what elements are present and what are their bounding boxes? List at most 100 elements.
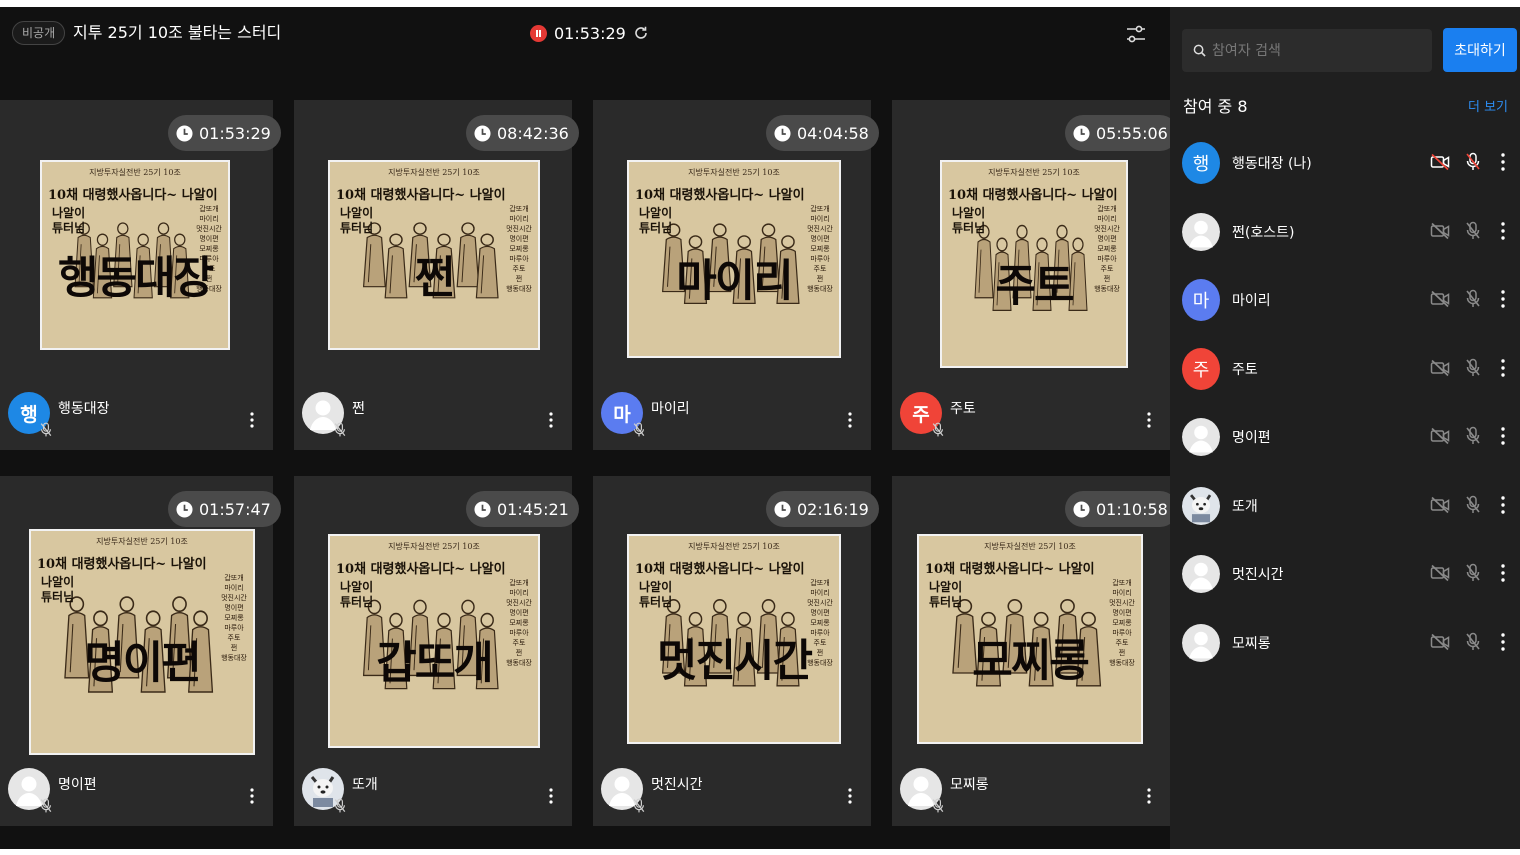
mic-off-icon[interactable] — [1465, 358, 1481, 378]
camera-off-icon[interactable] — [1430, 290, 1450, 308]
sliders-icon[interactable] — [1124, 22, 1148, 46]
invite-button[interactable]: 초대하기 — [1443, 28, 1517, 72]
poster-name-item: 멋진시간 — [506, 225, 532, 233]
participant-tile[interactable]: 01:10:58 지방투자실전반 25기 10조 10채 대령했사옵니다~ 나알… — [892, 476, 1178, 826]
participant-row[interactable]: 행 행동대장 (나) — [1170, 129, 1520, 197]
camera-off-icon[interactable] — [1430, 633, 1450, 651]
more-vertical-icon[interactable] — [1500, 220, 1506, 242]
participant-avatar: 주 — [1182, 347, 1220, 390]
tile-timer-text: 05:55:06 — [1096, 123, 1168, 143]
refresh-icon[interactable] — [633, 25, 649, 41]
poster-header: 지방투자실전반 25기 10조 — [988, 168, 1080, 177]
more-vertical-icon[interactable] — [1500, 494, 1506, 516]
mic-off-icon[interactable] — [1465, 563, 1481, 583]
poster-name-item: 마이리 — [509, 215, 529, 223]
mic-off-icon — [334, 422, 346, 437]
participant-tile[interactable]: 08:42:36 지방투자실전반 25기 10조 10채 대령했사옵니다~ 나알… — [294, 100, 579, 450]
mic-off-icon[interactable] — [1465, 152, 1481, 172]
tile-poster-image: 지방투자실전반 25기 10조 10채 대령했사옵니다~ 나알이 나알이 튜터님… — [328, 534, 540, 748]
mic-off-icon[interactable] — [1465, 221, 1481, 241]
participant-tile[interactable]: 01:53:29 지방투자실전반 25기 10조 10채 대령했사옵니다~ 나알… — [0, 100, 281, 450]
participant-name: 주토 — [1232, 361, 1258, 378]
poster-participant-name: 마이리 — [676, 255, 793, 307]
poster-name-item: 갑또개 — [224, 574, 244, 582]
mic-off-icon — [334, 798, 346, 813]
default-avatar-icon — [1182, 555, 1220, 593]
poster-name-item: 갑또개 — [509, 205, 529, 213]
more-vertical-icon[interactable] — [847, 410, 853, 430]
mic-off-icon[interactable] — [1465, 495, 1481, 515]
camera-off-icon[interactable] — [1430, 427, 1450, 445]
poster-tutor: 나알이 튜터님 — [52, 206, 85, 236]
camera-off-icon[interactable] — [1430, 359, 1450, 377]
poster-name-item: 갑또개 — [1097, 205, 1117, 213]
mic-off-icon[interactable] — [1465, 289, 1481, 309]
mic-off-icon[interactable] — [1465, 632, 1481, 652]
poster-headline: 10채 대령했사옵니다~ 나알이 — [336, 562, 506, 577]
more-vertical-icon[interactable] — [1146, 410, 1152, 430]
more-vertical-icon[interactable] — [1500, 425, 1506, 447]
record-pause-icon[interactable] — [530, 24, 547, 42]
participants-panel: 초대하기 참여 중 8 더 보기 행 행동대장 (나) 쩐(호스트) — [1170, 7, 1520, 849]
search-icon — [1193, 44, 1206, 57]
more-vertical-icon[interactable] — [548, 410, 554, 430]
camera-off-icon[interactable] — [1430, 153, 1450, 171]
poster-tutor-line: 나알이 — [639, 206, 673, 220]
participant-tile[interactable]: 01:45:21 지방투자실전반 25기 10조 10채 대령했사옵니다~ 나알… — [294, 476, 579, 826]
participant-row[interactable]: 모찌롱 — [1170, 609, 1520, 677]
participant-row[interactable]: 명이편 — [1170, 403, 1520, 471]
avatar-initial: 마 — [613, 403, 631, 426]
participant-tile[interactable]: 04:04:58 지방투자실전반 25기 10조 10채 대령했사옵니다~ 나알… — [593, 100, 879, 450]
mic-off-icon[interactable] — [1465, 426, 1481, 446]
more-vertical-icon[interactable] — [249, 410, 255, 430]
clock-icon — [774, 124, 791, 142]
poster-name-item: 마이리 — [810, 215, 830, 223]
more-vertical-icon[interactable] — [1146, 786, 1152, 806]
poster-tutor-line: 튜터님 — [952, 221, 986, 235]
participant-name: 명이편 — [1232, 430, 1271, 446]
more-vertical-icon[interactable] — [847, 786, 853, 806]
poster-participant-name: 행동대장 — [58, 252, 214, 304]
participant-row[interactable]: 마 마이리 — [1170, 266, 1520, 334]
clock-icon — [176, 500, 193, 518]
poster-header: 지방투자실전반 25기 10조 — [688, 168, 780, 177]
search-box[interactable] — [1182, 29, 1432, 72]
mic-off-icon — [40, 798, 52, 813]
poster-header: 지방투자실전반 25기 10조 — [388, 168, 480, 177]
camera-off-icon[interactable] — [1430, 564, 1450, 582]
poster-tutor: 나알이 튜터님 — [340, 580, 373, 610]
mic-off-icon — [40, 422, 52, 437]
more-vertical-icon[interactable] — [1500, 562, 1506, 584]
participant-search-input[interactable] — [1212, 42, 1412, 59]
poster-name-item: 갑또개 — [1112, 579, 1132, 587]
more-vertical-icon[interactable] — [548, 786, 554, 806]
clock-icon — [474, 124, 491, 142]
tile-timer: 01:53:29 — [168, 115, 281, 151]
tile-participant-name: 모찌롱 — [950, 777, 989, 793]
mic-off-icon — [932, 422, 944, 437]
poster-tutor-line: 나알이 — [41, 575, 75, 589]
more-vertical-icon[interactable] — [249, 786, 255, 806]
poster-name-item: 명이편 — [224, 604, 244, 612]
clock-icon — [774, 500, 791, 518]
participant-row[interactable]: 주 주토 — [1170, 335, 1520, 403]
tile-poster-image: 지방투자실전반 25기 10조 10채 대령했사옵니다~ 나알이 나알이 튜터님… — [627, 534, 841, 744]
more-vertical-icon[interactable] — [1500, 631, 1506, 653]
participant-tile[interactable]: 02:16:19 지방투자실전반 25기 10조 10채 대령했사옵니다~ 나알… — [593, 476, 879, 826]
camera-off-icon[interactable] — [1430, 496, 1450, 514]
participant-count: 참여 중 8 — [1183, 97, 1248, 116]
participant-tile[interactable]: 01:57:47 지방투자실전반 25기 10조 10채 대령했사옵니다~ 나알… — [0, 476, 281, 826]
participant-row[interactable]: 멋진시간 — [1170, 540, 1520, 608]
more-link[interactable]: 더 보기 — [1468, 96, 1508, 115]
participant-avatar — [1182, 553, 1220, 595]
more-vertical-icon[interactable] — [1500, 288, 1506, 310]
participant-tile[interactable]: 05:55:06 지방투자실전반 25기 10조 10채 대령했사옵니다~ 나알… — [892, 100, 1178, 450]
more-vertical-icon[interactable] — [1500, 151, 1506, 173]
participant-row[interactable]: 또개 — [1170, 472, 1520, 540]
poster-tutor-line: 튜터님 — [639, 221, 673, 235]
tile-timer-text: 01:53:29 — [199, 123, 271, 143]
more-vertical-icon[interactable] — [1500, 357, 1506, 379]
camera-off-icon[interactable] — [1430, 222, 1450, 240]
poster-header: 지방투자실전반 25기 10조 — [96, 537, 188, 546]
participant-row[interactable]: 쩐(호스트) — [1170, 198, 1520, 266]
